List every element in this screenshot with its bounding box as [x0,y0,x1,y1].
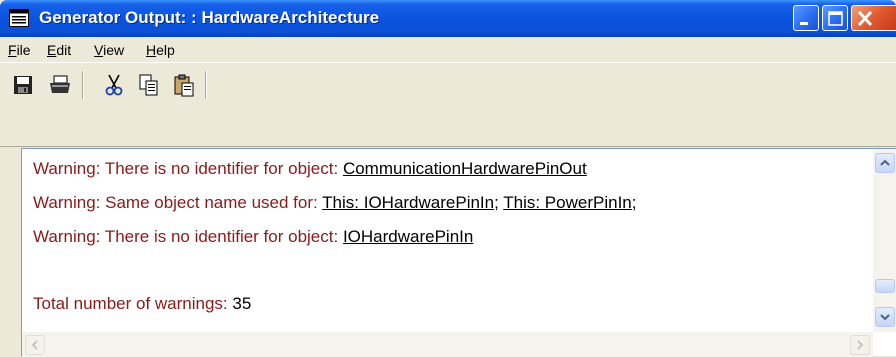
warning-line: Warning: There is no identifier for obje… [33,227,473,247]
scroll-down-button[interactable] [875,307,895,327]
warning-text: Warning: Same object name used for: [33,193,323,212]
menu-bar: File Edit View Help [0,37,896,62]
menu-help[interactable]: Help [146,42,175,58]
save-button[interactable] [9,71,37,99]
window-title: Generator Output: : HardwareArchitecture [39,8,380,27]
toolbar [0,62,896,149]
total-count: 35 [232,294,252,313]
object-link[interactable]: CommunicationHardwarePinOut [343,159,587,178]
copy-icon [135,71,163,99]
horizontal-scrollbar[interactable] [22,332,873,357]
warning-text: Warning: There is no identifier for obje… [33,159,343,178]
chevron-up-icon [876,159,894,176]
close-button[interactable] [851,5,896,31]
total-label: Total number of warnings: [33,294,233,313]
scroll-left-button[interactable] [25,335,45,355]
warning-text: Warning: There is no identifier for obje… [33,227,343,246]
maximize-button[interactable] [822,5,848,31]
cut-icon [100,71,128,99]
print-button[interactable] [46,71,74,99]
scroll-thumb[interactable] [875,279,895,293]
paste-icon [170,71,198,99]
cut-button[interactable] [100,71,128,99]
menu-view[interactable]: View [94,42,124,58]
minimize-button[interactable] [793,5,819,31]
toolbar-separator [82,71,84,99]
object-link[interactable]: This: PowerPinIn [503,193,632,212]
total-warnings: Total number of warnings: 35 [33,294,251,314]
warning-line: Warning: Same object name used for: This… [33,193,636,213]
generator-output-window: Generator Output: : HardwareArchitecture… [0,0,896,357]
separator-text: ; [631,193,637,212]
title-bar[interactable]: Generator Output: : HardwareArchitecture [0,0,896,37]
output-panel[interactable]: Warning: There is no identifier for obje… [21,148,896,357]
copy-button[interactable] [135,71,163,99]
warning-line: Warning: There is no identifier for obje… [33,159,587,179]
object-link[interactable]: This: IOHardwarePinIn [322,193,494,212]
chevron-left-icon [26,340,44,357]
paste-button[interactable] [170,71,198,99]
menu-file[interactable]: File [8,42,31,58]
print-icon [46,71,74,99]
separator-text: ; [494,193,504,212]
menu-edit[interactable]: Edit [47,42,71,58]
toolbar-separator [205,71,207,99]
save-icon [9,71,37,99]
chevron-right-icon [851,340,869,357]
toolbar-panel [0,62,896,147]
document-list-icon [9,9,29,27]
vertical-scrollbar[interactable] [873,149,896,332]
scroll-right-button[interactable] [850,335,870,355]
chevron-down-icon [876,313,894,330]
object-link[interactable]: IOHardwarePinIn [343,227,473,246]
scroll-up-button[interactable] [875,153,895,173]
